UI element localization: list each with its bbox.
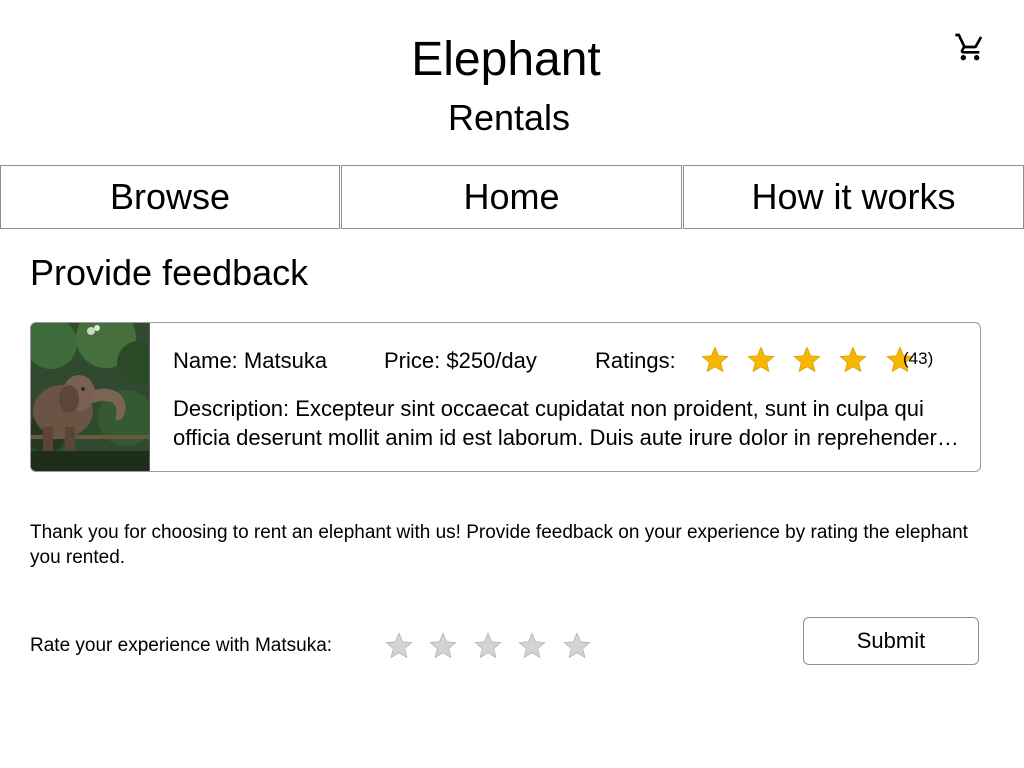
star-filled-icon	[700, 345, 730, 375]
elephant-photo	[31, 323, 150, 471]
star-empty-icon[interactable]	[473, 631, 503, 661]
thank-you-message: Thank you for choosing to rent an elepha…	[30, 522, 968, 568]
star-empty-icon[interactable]	[517, 631, 547, 661]
listing-description: Description: Excepteur sint occaecat cup…	[173, 396, 948, 450]
main-nav: Browse Home How it works	[0, 165, 1024, 229]
star-empty-icon[interactable]	[428, 631, 458, 661]
submit-button[interactable]: Submit	[803, 617, 979, 665]
nav-tab-label: How it works	[751, 176, 956, 217]
listing-rating-stars	[700, 345, 925, 375]
rate-label: Rate your experience with Matsuka:	[30, 635, 333, 656]
star-empty-icon[interactable]	[562, 631, 592, 661]
listing-price: Price: $250/day	[384, 348, 537, 373]
listing-name: Name: Matsuka	[173, 348, 328, 373]
nav-tab-label: Browse	[109, 176, 231, 217]
listing-rating-count: (43)	[903, 349, 934, 368]
listing-ratings-label: Ratings:	[595, 348, 676, 373]
listing-card: Name: Matsuka Price: $250/day Ratings: (…	[30, 322, 981, 472]
star-filled-icon	[838, 345, 868, 375]
star-filled-icon	[792, 345, 822, 375]
rate-stars	[384, 631, 602, 661]
nav-tab-how-it-works[interactable]: How it works	[683, 165, 1024, 229]
brand-subtitle: Rentals	[447, 97, 571, 138]
star-empty-icon[interactable]	[384, 631, 414, 661]
star-filled-icon	[746, 345, 776, 375]
section-title: Provide feedback	[30, 252, 309, 293]
nav-tab-label: Home	[463, 176, 560, 217]
brand-title: Elephant	[411, 33, 601, 86]
nav-tab-home[interactable]: Home	[341, 165, 682, 229]
page: Elephant Rentals Browse Home How it work…	[0, 0, 1024, 768]
cart-icon[interactable]	[954, 31, 986, 63]
nav-tab-browse[interactable]: Browse	[0, 165, 340, 229]
